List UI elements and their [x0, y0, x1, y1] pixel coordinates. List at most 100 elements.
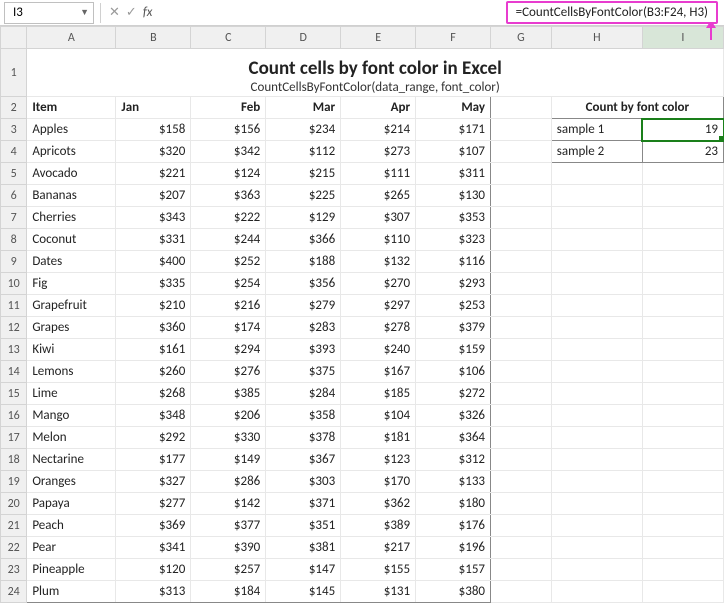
empty-cell[interactable]	[551, 449, 642, 471]
row-header[interactable]: 8	[1, 229, 27, 251]
data-cell[interactable]: $360	[116, 317, 191, 339]
data-cell[interactable]: $358	[266, 405, 341, 427]
data-cell[interactable]: $356	[266, 273, 341, 295]
empty-cell[interactable]	[491, 229, 552, 251]
name-box[interactable]: I3 ▼	[4, 2, 94, 24]
data-cell[interactable]: $378	[266, 427, 341, 449]
data-cell[interactable]: $400	[116, 251, 191, 273]
empty-cell[interactable]	[491, 119, 552, 141]
empty-cell[interactable]	[642, 163, 723, 185]
count-value-cell[interactable]: 19	[642, 119, 723, 141]
empty-cell[interactable]	[491, 141, 552, 163]
data-cell[interactable]: $222	[191, 207, 266, 229]
empty-cell[interactable]	[491, 515, 552, 537]
row-header[interactable]: 7	[1, 207, 27, 229]
col-header[interactable]: B	[116, 27, 191, 49]
empty-cell[interactable]	[491, 317, 552, 339]
data-cell[interactable]: $217	[341, 537, 416, 559]
data-cell[interactable]: $270	[341, 273, 416, 295]
empty-cell[interactable]	[642, 537, 723, 559]
col-header[interactable]: F	[416, 27, 491, 49]
empty-cell[interactable]	[551, 405, 642, 427]
sample-label[interactable]: sample 2	[551, 141, 642, 163]
empty-cell[interactable]	[642, 383, 723, 405]
data-cell[interactable]: $371	[266, 493, 341, 515]
data-cell[interactable]: $123	[341, 449, 416, 471]
item-cell[interactable]: Nectarine	[27, 449, 116, 471]
confirm-icon[interactable]: ✓	[126, 5, 137, 20]
empty-cell[interactable]	[551, 185, 642, 207]
data-cell[interactable]: $133	[416, 471, 491, 493]
item-cell[interactable]: Peach	[27, 515, 116, 537]
item-cell[interactable]: Oranges	[27, 471, 116, 493]
col-header[interactable]: C	[191, 27, 266, 49]
empty-cell[interactable]	[491, 339, 552, 361]
data-cell[interactable]: $188	[266, 251, 341, 273]
data-cell[interactable]: $341	[116, 537, 191, 559]
data-cell[interactable]: $320	[116, 141, 191, 163]
spreadsheet-grid[interactable]: A B C D E F G H I 1 Count cells by font …	[0, 26, 724, 603]
empty-cell[interactable]	[551, 471, 642, 493]
empty-cell[interactable]	[491, 581, 552, 603]
cancel-icon[interactable]: ✕	[109, 5, 120, 20]
row-header[interactable]: 9	[1, 251, 27, 273]
empty-cell[interactable]	[642, 207, 723, 229]
data-cell[interactable]: $293	[416, 273, 491, 295]
empty-cell[interactable]	[551, 581, 642, 603]
item-cell[interactable]: Lime	[27, 383, 116, 405]
data-cell[interactable]: $342	[191, 141, 266, 163]
fx-icon[interactable]: fx	[143, 5, 153, 20]
empty-cell[interactable]	[642, 251, 723, 273]
header-month[interactable]: Apr	[341, 97, 416, 119]
data-cell[interactable]: $278	[341, 317, 416, 339]
data-cell[interactable]: $167	[341, 361, 416, 383]
empty-cell[interactable]	[551, 361, 642, 383]
col-header[interactable]: E	[341, 27, 416, 49]
data-cell[interactable]: $132	[341, 251, 416, 273]
empty-cell[interactable]	[642, 229, 723, 251]
empty-cell[interactable]	[551, 493, 642, 515]
empty-cell[interactable]	[491, 449, 552, 471]
data-cell[interactable]: $366	[266, 229, 341, 251]
col-header[interactable]: D	[266, 27, 341, 49]
empty-cell[interactable]	[642, 339, 723, 361]
data-cell[interactable]: $353	[416, 207, 491, 229]
data-cell[interactable]: $252	[191, 251, 266, 273]
data-cell[interactable]: $159	[416, 339, 491, 361]
row-header[interactable]: 21	[1, 515, 27, 537]
data-cell[interactable]: $176	[416, 515, 491, 537]
data-cell[interactable]: $225	[266, 185, 341, 207]
data-cell[interactable]: $156	[191, 119, 266, 141]
item-cell[interactable]: Papaya	[27, 493, 116, 515]
item-cell[interactable]: Grapefruit	[27, 295, 116, 317]
data-cell[interactable]: $216	[191, 295, 266, 317]
data-cell[interactable]: $351	[266, 515, 341, 537]
data-cell[interactable]: $174	[191, 317, 266, 339]
data-cell[interactable]: $129	[266, 207, 341, 229]
data-cell[interactable]: $390	[191, 537, 266, 559]
empty-cell[interactable]	[642, 471, 723, 493]
row-header[interactable]: 12	[1, 317, 27, 339]
data-cell[interactable]: $142	[191, 493, 266, 515]
chevron-down-icon[interactable]: ▼	[80, 7, 89, 18]
empty-cell[interactable]	[491, 163, 552, 185]
data-cell[interactable]: $130	[416, 185, 491, 207]
empty-cell[interactable]	[551, 537, 642, 559]
header-month[interactable]: May	[416, 97, 491, 119]
data-cell[interactable]: $177	[116, 449, 191, 471]
item-cell[interactable]: Lemons	[27, 361, 116, 383]
empty-cell[interactable]	[642, 559, 723, 581]
row-header[interactable]: 23	[1, 559, 27, 581]
empty-cell[interactable]	[642, 427, 723, 449]
empty-cell[interactable]	[551, 207, 642, 229]
item-cell[interactable]: Grapes	[27, 317, 116, 339]
row-header[interactable]: 16	[1, 405, 27, 427]
empty-cell[interactable]	[551, 383, 642, 405]
data-cell[interactable]: $181	[341, 427, 416, 449]
data-cell[interactable]: $257	[191, 559, 266, 581]
row-header[interactable]: 4	[1, 141, 27, 163]
empty-cell[interactable]	[491, 97, 552, 119]
empty-cell[interactable]	[551, 427, 642, 449]
data-cell[interactable]: $312	[416, 449, 491, 471]
data-cell[interactable]: $240	[341, 339, 416, 361]
